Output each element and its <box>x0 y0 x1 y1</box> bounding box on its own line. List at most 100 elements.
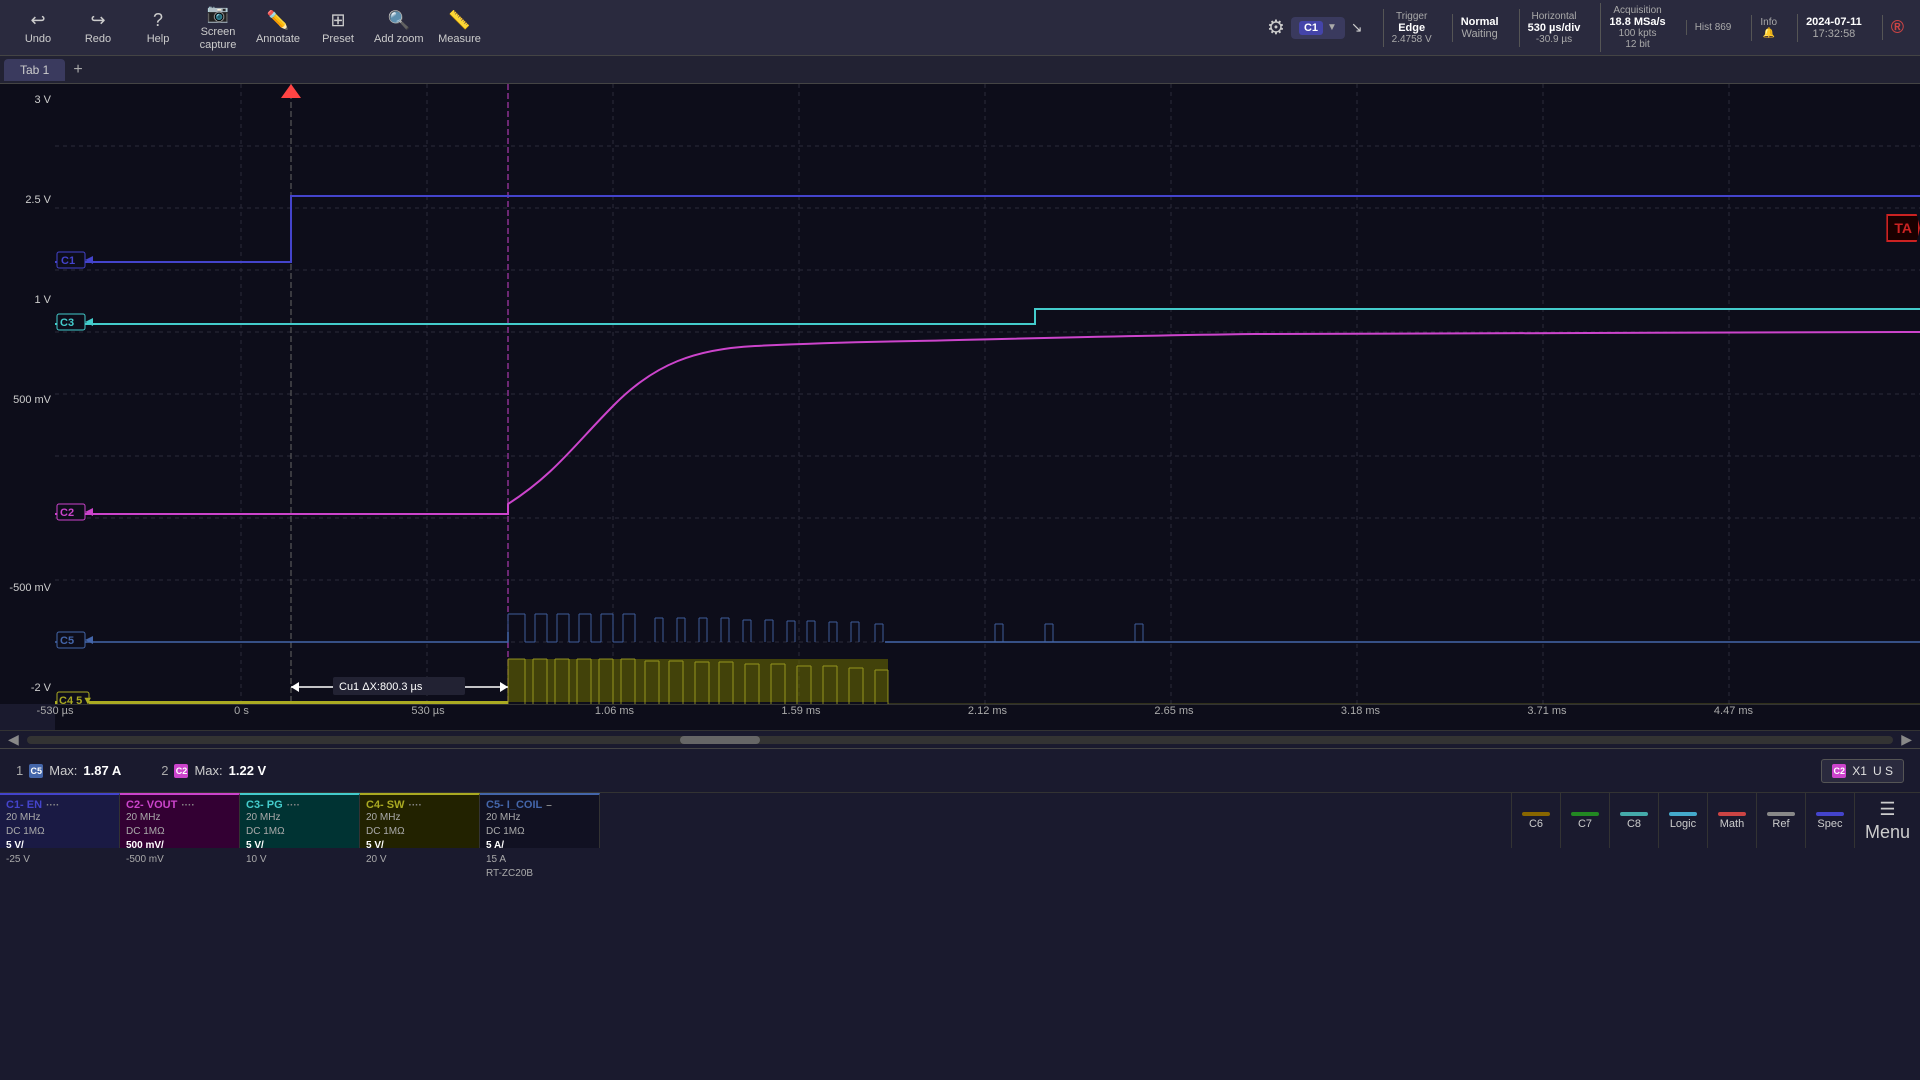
add-tab-button[interactable]: + <box>65 57 90 83</box>
logic-label: Logic <box>1670 818 1696 830</box>
x-tick-1-06ms: 1.06 ms <box>595 705 634 717</box>
c6-label: C6 <box>1529 818 1543 830</box>
svg-text:Cu1 ΔX:800.3 µs: Cu1 ΔX:800.3 µs <box>339 681 423 693</box>
screen-capture-button[interactable]: 📷 Screencapture <box>188 3 248 53</box>
measure-ch2-badge: C2 <box>174 764 188 778</box>
scope-area: 3 V 2.5 V 1 V 500 mV -500 mV -2 V <box>0 84 1920 704</box>
trigger-type: Edge <box>1398 22 1425 34</box>
bell-icon: 🔔 <box>1762 28 1774 39</box>
help-button[interactable]: ? Help <box>128 3 188 53</box>
trigger-info: Trigger Edge 2.4758 V <box>1383 9 1440 47</box>
settings-icon[interactable]: ⚙ <box>1267 15 1285 40</box>
x-tick-0: 0 s <box>234 705 249 717</box>
c1-strip-details: 20 MHz DC 1MΩ 5 V/ -25 V <box>6 811 113 867</box>
scroll-track[interactable] <box>27 736 1893 744</box>
measure-bar: 1 C5 Max: 1.87 A 2 C2 Max: 1.22 V C2 X1 … <box>0 748 1920 792</box>
info-date: 2024-07-11 <box>1806 16 1862 28</box>
ref-color-bar <box>1767 812 1795 816</box>
trigger-label: Trigger <box>1396 11 1427 22</box>
chart-container: C1 C3 C2 C5 C4 5▼ Cu1 ΔX:800.3 µs <box>55 84 1920 704</box>
c6-button[interactable]: C6 <box>1511 793 1560 848</box>
measure-num-2: 2 <box>161 763 168 778</box>
toolbar: ↩ Undo ↪ Redo ? Help 📷 Screencapture ✏️ … <box>0 0 1920 56</box>
acquisition-hist: Hist 869 <box>1686 20 1740 35</box>
x-tick-3-71ms: 3.71 ms <box>1527 705 1566 717</box>
preset-button[interactable]: ⊞ Preset <box>308 3 368 53</box>
acquisition-rate: 18.8 MSa/s <box>1609 16 1665 28</box>
x-tick-2-65ms: 2.65 ms <box>1154 705 1193 717</box>
x-axis: -530 µs 0 s 530 µs 1.06 ms 1.59 ms 2.12 … <box>55 704 1920 730</box>
annotate-label: Annotate <box>256 33 300 45</box>
svg-text:C1: C1 <box>61 255 75 267</box>
measure-value-1: 1.87 A <box>83 763 121 778</box>
help-icon: ? <box>153 10 163 31</box>
y-label-500mv: 500 mV <box>4 394 51 406</box>
c4-strip-dots: ···· <box>409 800 422 811</box>
x1-value: X1 <box>1852 764 1867 778</box>
spec-button[interactable]: Spec <box>1805 793 1854 848</box>
measure-value-2: 1.22 V <box>229 763 267 778</box>
horizontal-info: Horizontal 530 µs/div -30.9 µs <box>1519 9 1589 47</box>
y-label-neg500mv: -500 mV <box>4 582 51 594</box>
add-zoom-button[interactable]: 🔍 Add zoom <box>368 3 430 53</box>
undo-label: Undo <box>25 33 51 45</box>
measure-right: C2 X1 U S <box>1821 759 1904 783</box>
c4-strip-details: 20 MHz DC 1MΩ 5 V/ 20 V <box>366 811 473 867</box>
measure-label: Measure <box>438 33 481 45</box>
info-panel: Info 🔔 <box>1751 15 1785 41</box>
menu-button[interactable]: ☰ Menu <box>1854 793 1920 848</box>
undo-button[interactable]: ↩ Undo <box>8 3 68 53</box>
c4-strip-label: C4- SW <box>366 799 405 811</box>
tab-bar: Tab 1 + <box>0 56 1920 84</box>
scroll-left-button[interactable]: ◀ <box>4 731 23 748</box>
logic-button[interactable]: Logic <box>1658 793 1707 848</box>
c7-button[interactable]: C7 <box>1560 793 1609 848</box>
measure-label-1: Max: <box>49 763 77 778</box>
ch-strip-c5[interactable]: C5- I_COIL – 20 MHz DC 1MΩ 5 A/ 15 A RT-… <box>480 793 600 848</box>
math-color-bar <box>1718 812 1746 816</box>
c1-strip-dots: ···· <box>46 800 59 811</box>
scroll-right-button[interactable]: ▶ <box>1897 731 1916 748</box>
measure-button[interactable]: 📏 Measure <box>430 3 490 53</box>
channel-dropdown[interactable]: C1 ▼ <box>1291 17 1345 39</box>
dropdown-arrow-icon: ▼ <box>1327 22 1337 33</box>
preset-icon: ⊞ <box>330 10 345 31</box>
oscilloscope-chart[interactable]: C1 C3 C2 C5 C4 5▼ Cu1 ΔX:800.3 µs <box>55 84 1920 704</box>
y-label-neg2v: -2 V <box>4 682 51 694</box>
c8-label: C8 <box>1627 818 1641 830</box>
ch-strip-c4[interactable]: C4- SW ···· 20 MHz DC 1MΩ 5 V/ 20 V <box>360 793 480 848</box>
trigger-arrow-icon: ↘ <box>1351 19 1363 36</box>
ta-badge[interactable]: TA <box>1886 214 1920 242</box>
ch-strip-c2[interactable]: C2- VOUT ···· 20 MHz DC 1MΩ 500 mV/ -500… <box>120 793 240 848</box>
trigger-mode: Normal Waiting <box>1452 14 1507 42</box>
math-button[interactable]: Math <box>1707 793 1756 848</box>
measure-label-2: Max: <box>194 763 222 778</box>
acquisition-info: Acquisition 18.8 MSa/s 100 kpts 12 bit <box>1600 3 1673 52</box>
x1-ch-badge: C2 <box>1832 764 1846 778</box>
acquisition-hist-val: Hist 869 <box>1695 22 1732 33</box>
redo-button[interactable]: ↪ Redo <box>68 3 128 53</box>
ch-strip-c1[interactable]: C1- EN ···· 20 MHz DC 1MΩ 5 V/ -25 V <box>0 793 120 848</box>
horizontal-timediv: 530 µs/div <box>1528 22 1581 34</box>
screen-capture-label: Screencapture <box>200 26 237 52</box>
trigger-level: 2.4758 V <box>1392 34 1432 45</box>
svg-text:C2: C2 <box>60 507 74 519</box>
c1-badge: C1 <box>1299 21 1323 35</box>
y-label-2-5v: 2.5 V <box>4 194 51 206</box>
redo-label: Redo <box>85 33 111 45</box>
y-label-1v: 1 V <box>4 294 51 306</box>
ch-strip-c3[interactable]: C3- PG ···· 20 MHz DC 1MΩ 5 V/ 10 V <box>240 793 360 848</box>
c3-strip-dots: ···· <box>287 800 300 811</box>
c8-button[interactable]: C8 <box>1609 793 1658 848</box>
tab-1[interactable]: Tab 1 <box>4 59 65 81</box>
annotate-button[interactable]: ✏️ Annotate <box>248 3 308 53</box>
measure-ch1-badge: C5 <box>29 764 43 778</box>
c3-strip-details: 20 MHz DC 1MΩ 5 V/ 10 V <box>246 811 353 867</box>
scroll-thumb[interactable] <box>680 736 760 744</box>
ref-button[interactable]: Ref <box>1756 793 1805 848</box>
x-tick-neg530: -530 µs <box>37 705 74 717</box>
x-tick-3-18ms: 3.18 ms <box>1341 705 1380 717</box>
trigger-mode-val: Normal <box>1461 16 1499 28</box>
acquisition-points: 100 kpts <box>1619 28 1657 39</box>
math-label: Math <box>1720 818 1744 830</box>
